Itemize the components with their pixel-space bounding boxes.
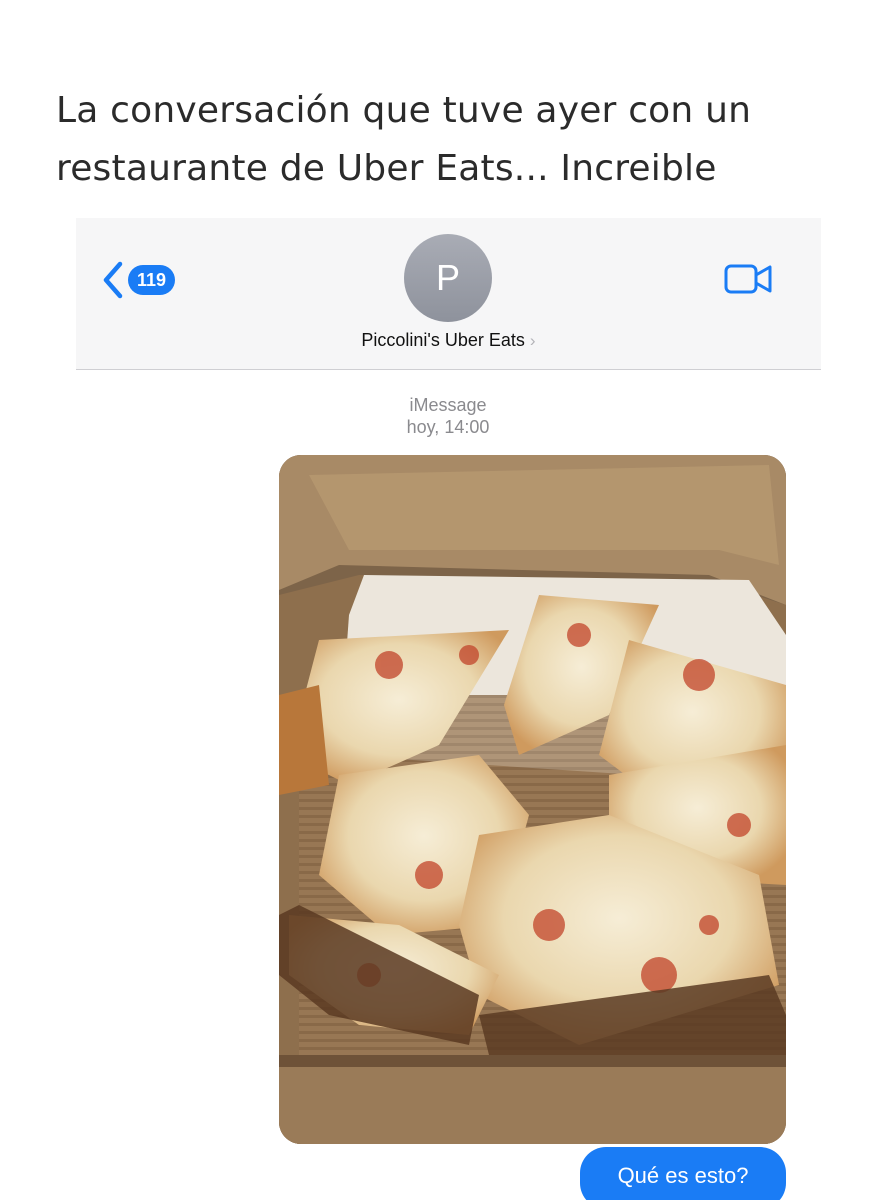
pizza-photo	[279, 455, 786, 1144]
unread-count-badge: 119	[128, 265, 176, 295]
image-message[interactable]	[279, 455, 786, 1144]
contact-chevron-icon: ›	[529, 331, 536, 350]
screenshot: La conversación que tuve ayer con un res…	[0, 0, 896, 1200]
service-label: iMessage	[409, 395, 487, 415]
timestamp: hoy, 14:00	[406, 417, 490, 437]
avatar-initial: P	[435, 257, 460, 298]
thread-meta: iMessage hoy, 14:00	[300, 394, 596, 438]
avatar[interactable]: P	[404, 234, 492, 322]
contact-name-button[interactable]: Piccolini's Uber Eats ›	[76, 330, 821, 351]
caption-line-1: La conversación que tuve ayer con un	[56, 90, 752, 131]
sent-message-bubble[interactable]: Qué es esto?	[580, 1147, 786, 1200]
message-text: Qué es esto?	[617, 1163, 749, 1188]
video-camera-icon[interactable]	[724, 262, 774, 296]
back-chevron-icon	[103, 261, 123, 299]
contact-name: Piccolini's Uber Eats	[361, 330, 525, 350]
messages-header: 119 P Piccolini's Uber Eats ›	[76, 218, 821, 370]
meme-caption: La conversación que tuve ayer con un res…	[56, 82, 856, 198]
caption-line-2: restaurante de Uber Eats... Increible	[56, 148, 717, 189]
back-button[interactable]: 119	[102, 260, 176, 300]
